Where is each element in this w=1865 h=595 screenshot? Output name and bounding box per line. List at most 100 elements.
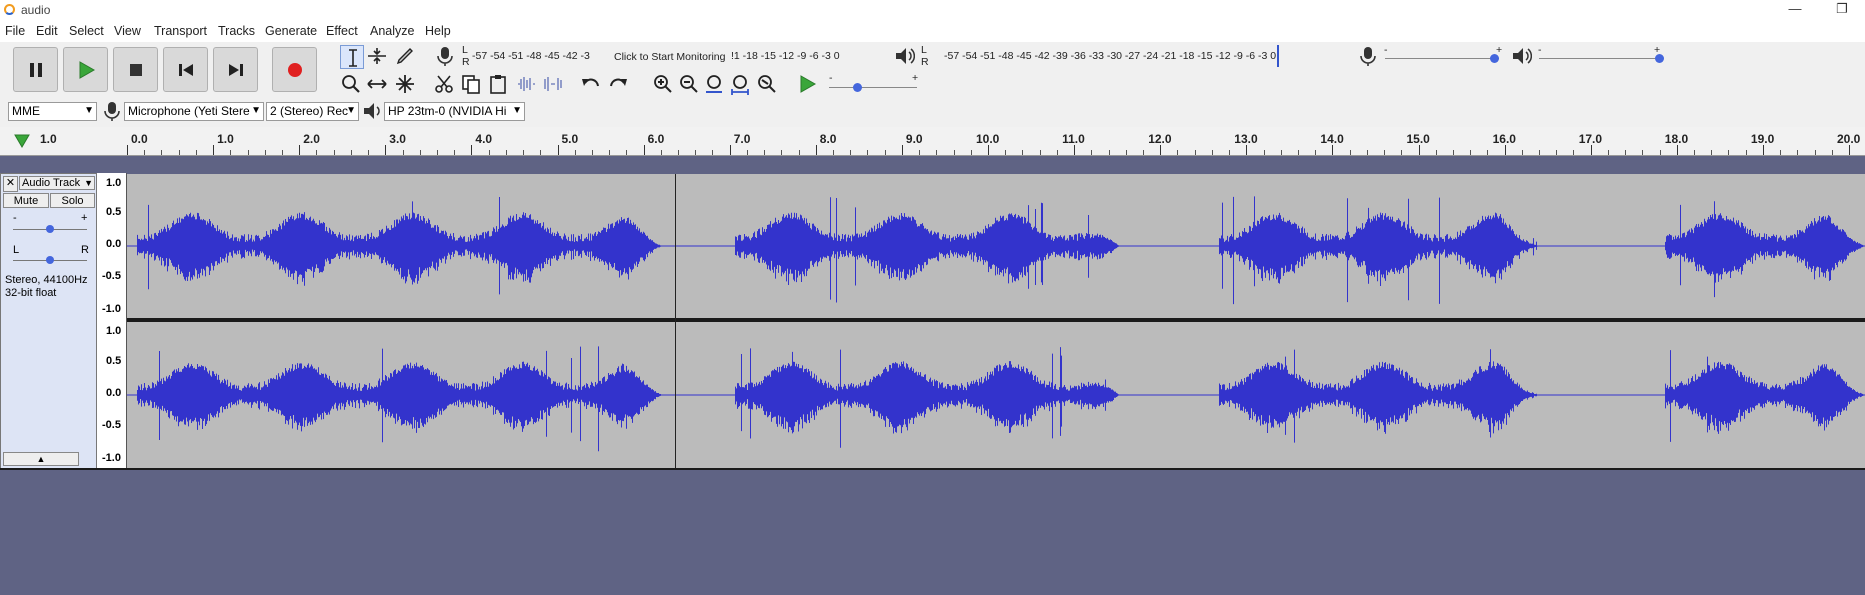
play-speed-slider[interactable] xyxy=(829,87,917,88)
solo-button[interactable]: Solo xyxy=(50,193,95,208)
silence-audio-icon[interactable] xyxy=(542,73,564,95)
paste-icon[interactable] xyxy=(487,73,509,95)
ruler-tick-label: 14.0 xyxy=(1320,132,1344,146)
chevron-down-icon: ▼ xyxy=(251,105,261,116)
menu-edit[interactable]: Edit xyxy=(36,24,58,38)
ruler-tick-label: 2.0 xyxy=(303,132,320,146)
recording-volume-slider[interactable] xyxy=(1385,58,1499,59)
ruler-minor-tick xyxy=(1487,150,1489,155)
restore-icon[interactable]: ❐ xyxy=(1819,0,1865,20)
menu-help[interactable]: Help xyxy=(425,24,451,38)
redo-icon[interactable] xyxy=(607,73,629,95)
track-bottom-border xyxy=(0,468,1865,470)
menu-generate[interactable]: Generate xyxy=(265,24,317,38)
ruler-tick-label: 12.0 xyxy=(1148,132,1172,146)
waveform-right-channel[interactable] xyxy=(127,322,1865,468)
start-monitoring-button[interactable]: Click to Start Monitoring xyxy=(614,51,725,63)
playback-volume-minus: - xyxy=(1538,44,1542,56)
draw-tool-icon[interactable] xyxy=(394,45,416,67)
minimize-icon[interactable]: — xyxy=(1772,0,1818,20)
chevron-down-icon: ▼ xyxy=(512,105,522,116)
time-shift-tool-icon[interactable] xyxy=(366,73,388,95)
copy-icon[interactable] xyxy=(460,73,482,95)
ruler-minor-tick xyxy=(695,150,697,155)
play-speed-minus: - xyxy=(829,72,833,84)
playback-volume-slider[interactable] xyxy=(1539,58,1659,59)
ruler-tick-label: 16.0 xyxy=(1492,132,1516,146)
ruler-minor-tick xyxy=(678,150,680,155)
skip-to-end-button[interactable] xyxy=(213,47,258,92)
recording-volume-thumb[interactable] xyxy=(1490,54,1499,63)
ruler-minor-tick xyxy=(712,150,714,155)
fit-project-icon[interactable] xyxy=(730,73,752,95)
ruler-minor-tick xyxy=(936,150,938,155)
menu-file[interactable]: File xyxy=(5,24,25,38)
menu-transport[interactable]: Transport xyxy=(154,24,207,38)
zoom-tool-icon[interactable] xyxy=(340,73,362,95)
trim-audio-icon[interactable] xyxy=(515,73,537,95)
ruler-tick-label: 0.0 xyxy=(131,132,148,146)
waveform-left-channel[interactable] xyxy=(127,174,1865,318)
recording-device-select[interactable]: Microphone (Yeti Stere ▼ xyxy=(124,102,264,121)
ruler-minor-tick xyxy=(798,150,800,155)
ruler-tick-label: 7.0 xyxy=(733,132,751,146)
collapse-track-icon[interactable]: ▲ xyxy=(3,452,79,466)
ruler-minor-tick xyxy=(247,150,249,155)
playback-device-select[interactable]: HP 23tm-0 (NVIDIA Hi ▼ xyxy=(384,102,525,121)
play-speed-thumb[interactable] xyxy=(853,83,862,92)
ruler-minor-tick xyxy=(350,150,352,155)
menu-view[interactable]: View xyxy=(114,24,141,38)
playback-meter-speaker-icon[interactable] xyxy=(893,45,915,67)
zoom-in-icon[interactable] xyxy=(652,73,674,95)
gain-slider-thumb[interactable] xyxy=(46,225,54,233)
menu-effect[interactable]: Effect xyxy=(326,24,358,38)
recording-volume-mic-icon xyxy=(1360,47,1376,66)
pin-play-head-icon[interactable] xyxy=(14,133,30,149)
stop-icon xyxy=(130,64,142,76)
scale-top-2: 0.5 xyxy=(106,206,122,218)
fit-selection-icon[interactable] xyxy=(704,73,726,95)
record-meter-scale[interactable]: -57 -54 -51 -48 -45 -42 -3 xyxy=(472,50,590,62)
zoom-out-icon[interactable] xyxy=(678,73,700,95)
track-sample-format: 32-bit float xyxy=(5,287,57,299)
menu-select[interactable]: Select xyxy=(69,24,104,38)
pause-button[interactable] xyxy=(13,47,58,92)
timeline-ruler[interactable]: 1.0 0.0 1.0 2.0 3.0 4.0 5.0 6.0 7.0 8.0 9.0 10.0 11… xyxy=(0,127,1865,156)
skip-to-start-button[interactable] xyxy=(163,47,208,92)
menu-analyze[interactable]: Analyze xyxy=(370,24,414,38)
ruler-minor-tick xyxy=(1642,150,1644,155)
close-track-icon[interactable]: ✕ xyxy=(3,176,18,192)
mute-button[interactable]: Mute xyxy=(3,193,49,208)
track-vertical-scale[interactable]: 1.0 0.5 0.0 -0.5 -1.0 1.0 0.5 0.0 -0.5 -… xyxy=(97,173,127,469)
selection-tool-icon[interactable] xyxy=(340,45,364,69)
play-speed-plus: + xyxy=(912,72,919,84)
undo-icon[interactable] xyxy=(580,73,602,95)
playback-volume-thumb[interactable] xyxy=(1655,54,1664,63)
record-meter-scale-right[interactable]: !1 -18 -15 -12 -9 -6 -3 0 xyxy=(731,50,840,62)
pan-slider-thumb[interactable] xyxy=(46,256,54,264)
ruler-minor-tick xyxy=(161,150,163,155)
record-button[interactable] xyxy=(272,47,317,92)
envelope-tool-icon[interactable] xyxy=(366,45,388,67)
stop-button[interactable] xyxy=(113,47,158,92)
play-button[interactable] xyxy=(63,47,108,92)
ruler-minor-tick xyxy=(1229,150,1231,155)
play-at-speed-icon[interactable] xyxy=(797,73,819,95)
ruler-minor-tick xyxy=(781,150,783,155)
recording-channels-select[interactable]: 2 (Stereo) Rec ▼ xyxy=(266,102,359,121)
menu-tracks[interactable]: Tracks xyxy=(218,24,255,38)
ruler-tick-label: 6.0 xyxy=(647,132,665,146)
cut-icon[interactable] xyxy=(433,73,455,95)
audio-host-select[interactable]: MME ▼ xyxy=(8,102,97,121)
ruler-tick-label: 9.0 xyxy=(905,132,923,146)
chevron-down-icon: ▼ xyxy=(346,105,356,116)
ruler-minor-tick xyxy=(1022,150,1024,155)
playback-meter-scale[interactable]: -57 -54 -51 -48 -45 -42 -39 -36 -33 -30 … xyxy=(944,50,1276,62)
track-name-menu[interactable]: Audio Track ▼ xyxy=(19,176,95,190)
record-meter-mic-icon[interactable] xyxy=(434,45,456,67)
track-name: Audio Track xyxy=(22,177,81,189)
multi-tool-icon[interactable] xyxy=(394,73,416,95)
zoom-toggle-icon[interactable] xyxy=(756,73,778,95)
ruler-tick xyxy=(1590,145,1592,155)
waveform-right-svg xyxy=(127,346,1865,452)
